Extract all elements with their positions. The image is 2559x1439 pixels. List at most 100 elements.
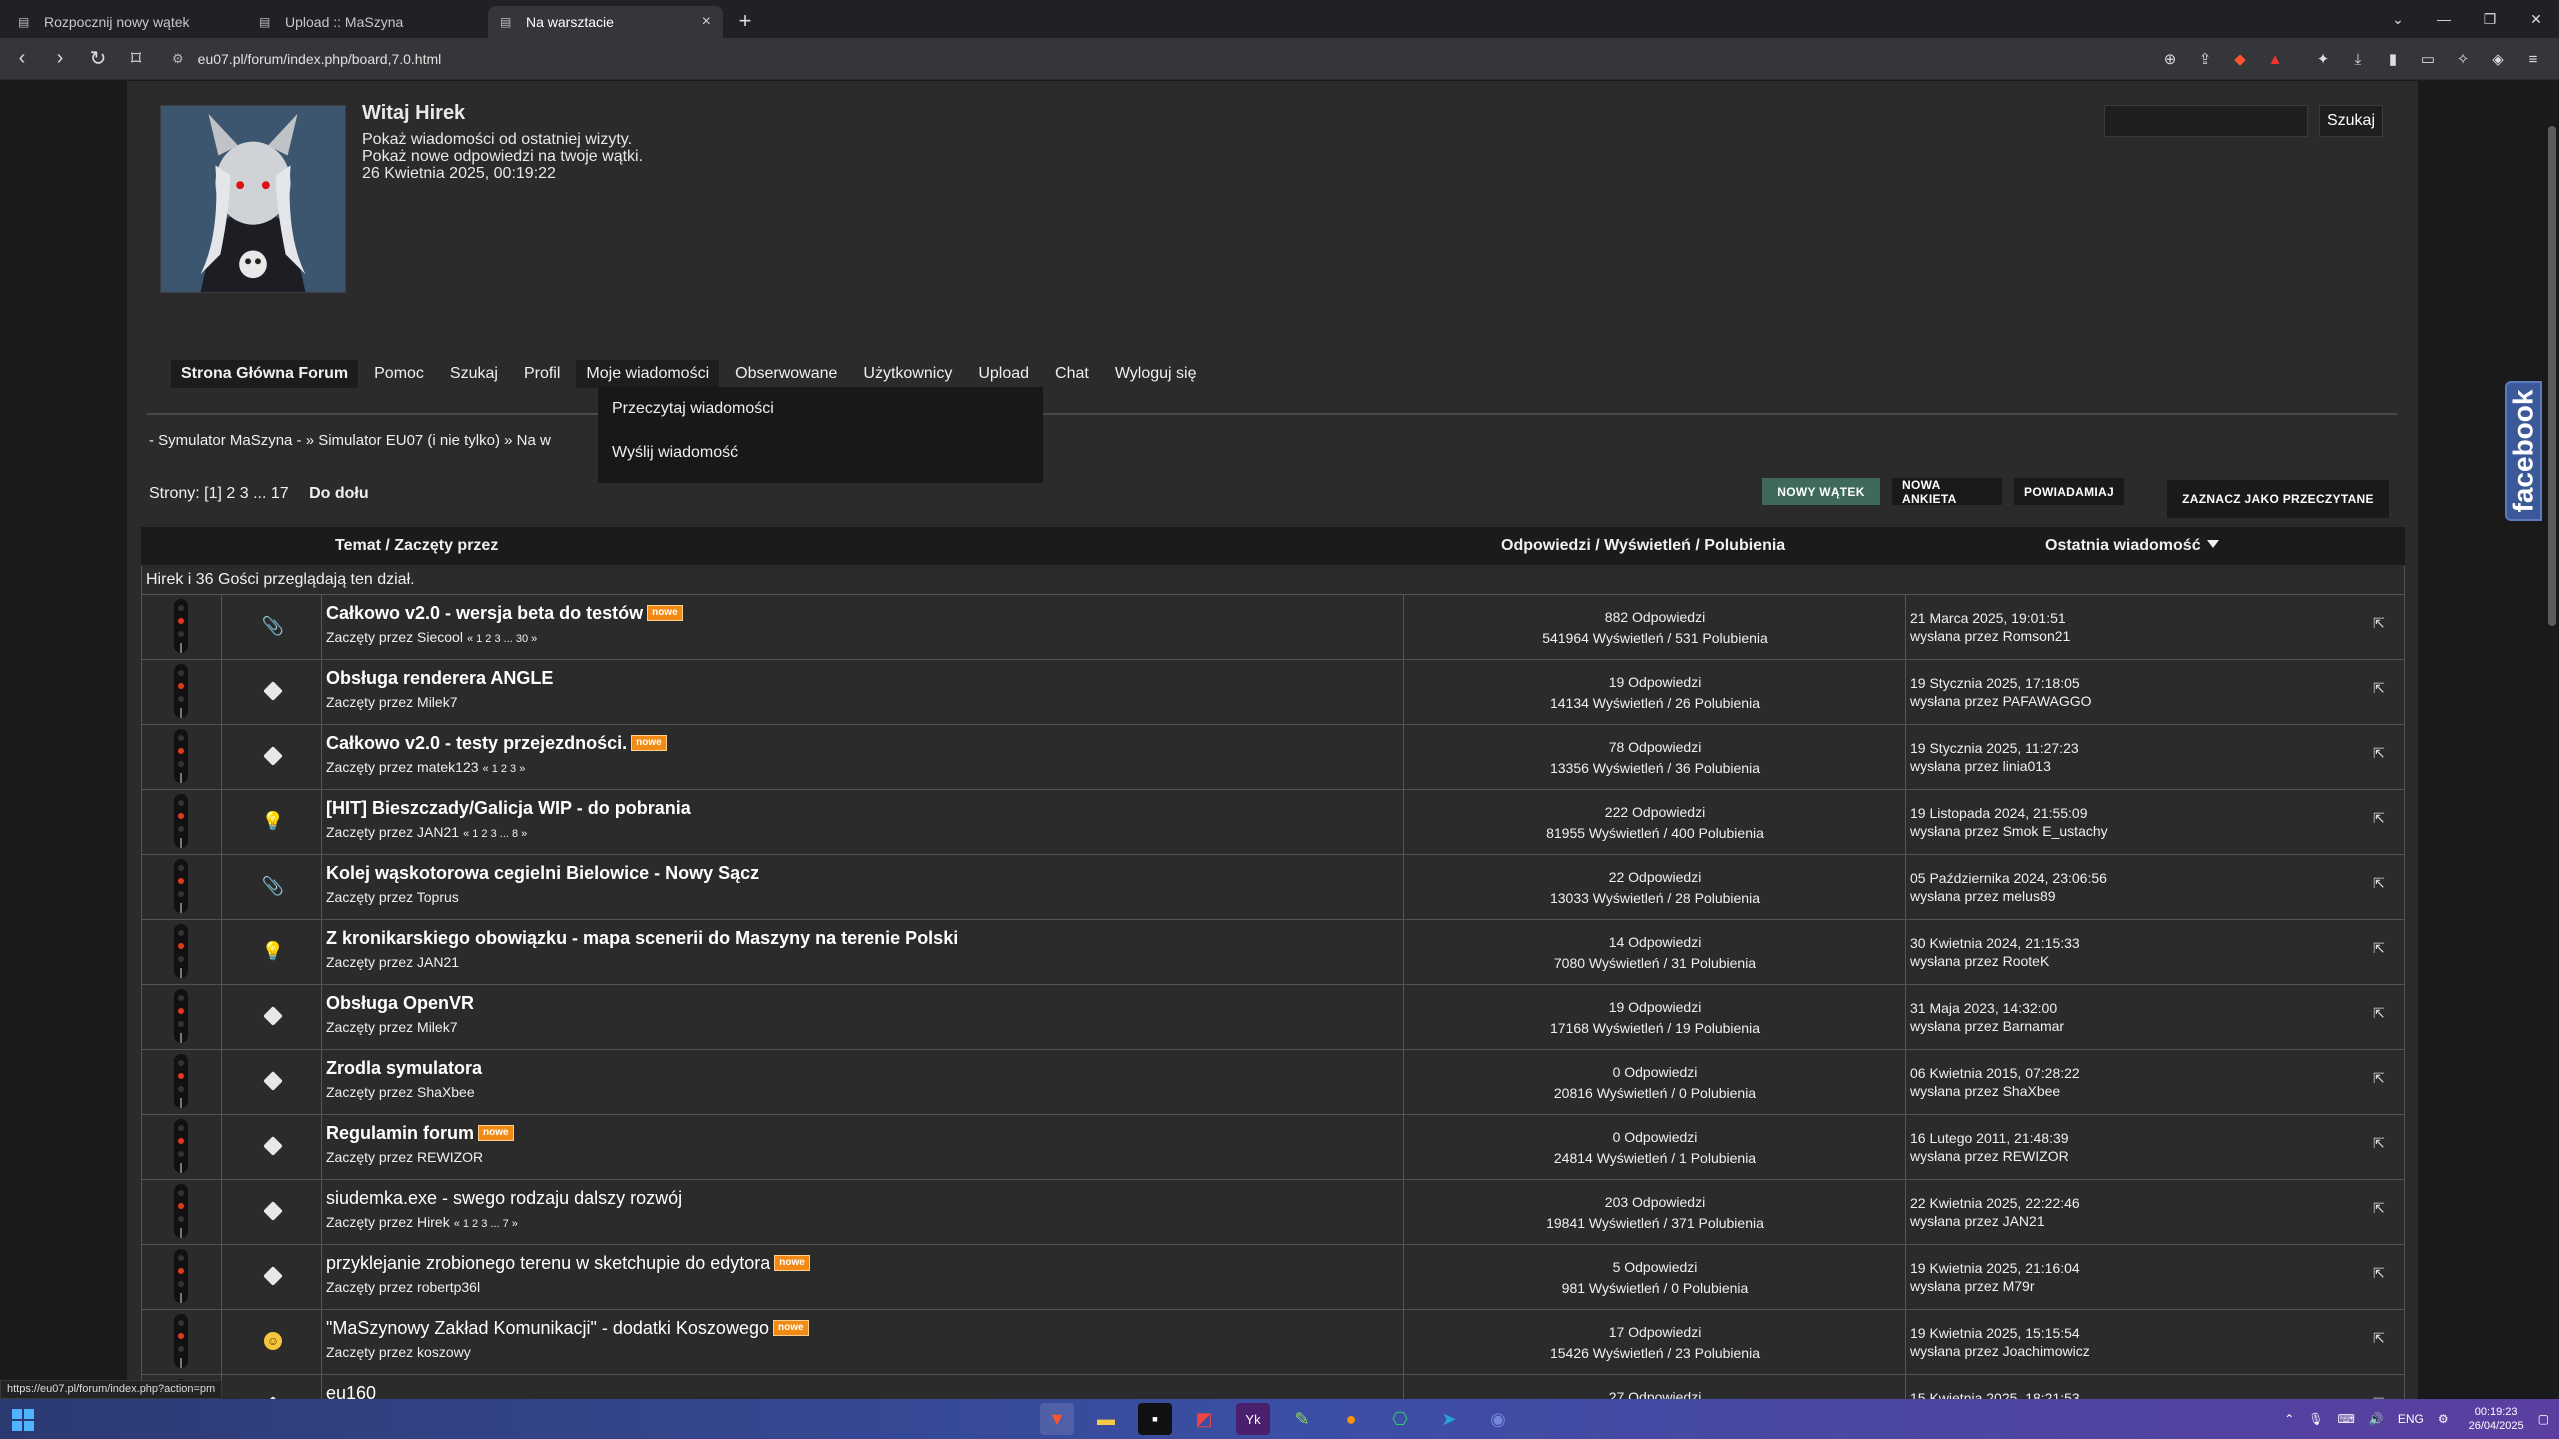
- topic-title-link[interactable]: Obsługa renderera ANGLE: [326, 668, 553, 688]
- last-post-author[interactable]: wysłana przez melus89: [1910, 888, 2056, 904]
- go-to-last-post-icon[interactable]: ⇱: [2373, 1265, 2391, 1281]
- topic-title-link[interactable]: przyklejanie zrobionego terenu w sketchu…: [326, 1253, 770, 1273]
- menu-icon[interactable]: ≡: [2517, 43, 2549, 75]
- menu-item-profile[interactable]: Profil: [514, 360, 570, 388]
- site-info-icon[interactable]: ⚙: [172, 51, 184, 67]
- back-icon[interactable]: ‹: [6, 43, 38, 75]
- firefox-icon[interactable]: ●: [1334, 1403, 1368, 1435]
- brave-rewards-icon[interactable]: ▲: [2259, 43, 2291, 75]
- new-badge[interactable]: nowe: [647, 605, 683, 621]
- start-button[interactable]: [12, 1409, 34, 1431]
- new-badge[interactable]: nowe: [774, 1255, 810, 1271]
- browser-tab[interactable]: ▤ Rozpocznij nowy wątek: [6, 6, 241, 38]
- discord-icon[interactable]: ◉: [1481, 1403, 1515, 1435]
- go-to-last-post-icon[interactable]: ⇱: [2373, 680, 2391, 696]
- last-post-author[interactable]: wysłana przez linia013: [1910, 758, 2051, 774]
- search-input[interactable]: [2104, 105, 2308, 137]
- topic-starter[interactable]: Zaczęty przez robertp36l: [326, 1279, 480, 1295]
- topic-pages[interactable]: « 1 2 3 »: [483, 763, 526, 775]
- vpn-icon[interactable]: ◈: [2482, 43, 2514, 75]
- page-scrollbar[interactable]: [2545, 81, 2559, 1399]
- go-to-last-post-icon[interactable]: ⇱: [2373, 1200, 2391, 1216]
- last-post-author[interactable]: wysłana przez Romson21: [1910, 628, 2070, 644]
- sidebar-icon[interactable]: ▮: [2377, 43, 2409, 75]
- language-indicator[interactable]: ENG: [2398, 1412, 2424, 1426]
- network-app-icon[interactable]: ⎔: [1383, 1403, 1417, 1435]
- notifications-icon[interactable]: ▢: [2538, 1412, 2549, 1426]
- submenu-read-messages[interactable]: Przeczytaj wiadomości: [598, 387, 1043, 431]
- topic-starter[interactable]: Zaczęty przez JAN21: [326, 824, 459, 840]
- volume-icon[interactable]: 🔊: [2369, 1412, 2384, 1426]
- last-post-author[interactable]: wysłana przez JAN21: [1910, 1213, 2045, 1229]
- go-to-last-post-icon[interactable]: ⇱: [2373, 1330, 2391, 1346]
- page-links[interactable]: [1] 2 3 ... 17: [204, 485, 289, 502]
- topic-pages[interactable]: « 1 2 3 ... 30 »: [467, 633, 537, 645]
- menu-item-home[interactable]: Strona Główna Forum: [171, 360, 359, 388]
- mark-read-button[interactable]: ZAZNACZ JAKO PRZECZYTANE: [2167, 480, 2389, 518]
- yk-app-icon[interactable]: Yk: [1236, 1403, 1270, 1435]
- menu-item-messages[interactable]: Moje wiadomości: [576, 360, 720, 388]
- go-to-last-post-icon[interactable]: ⇱: [2373, 615, 2391, 631]
- close-window-icon[interactable]: ✕: [2513, 0, 2559, 38]
- new-badge[interactable]: nowe: [478, 1125, 514, 1141]
- leo-ai-icon[interactable]: ✧: [2447, 43, 2479, 75]
- topic-starter[interactable]: Zaczęty przez JAN21: [326, 954, 459, 970]
- topic-title-link[interactable]: Regulamin forum: [326, 1123, 474, 1143]
- new-badge[interactable]: nowe: [772, 1320, 809, 1336]
- topic-starter[interactable]: Zaczęty przez Hirek: [326, 1214, 450, 1230]
- topic-pages[interactable]: « 1 2 3 ... 7 »: [454, 1218, 518, 1230]
- last-post-author[interactable]: wysłana przez PAFAWAGGO: [1910, 693, 2092, 709]
- menu-item-search[interactable]: Szukaj: [440, 360, 508, 388]
- network-icon[interactable]: ⌨: [2338, 1412, 2355, 1426]
- topic-title-link[interactable]: Z kronikarskiego obowiązku - mapa scener…: [326, 928, 958, 948]
- topic-title-link[interactable]: Obsługa OpenVR: [326, 993, 474, 1013]
- col-last-header[interactable]: Ostatnia wiadomość: [2045, 537, 2219, 555]
- minimize-icon[interactable]: —: [2421, 0, 2467, 38]
- close-tab-icon[interactable]: ×: [702, 13, 711, 31]
- terminal-icon[interactable]: ▪: [1138, 1403, 1172, 1435]
- notepad-icon[interactable]: ✎: [1285, 1403, 1319, 1435]
- topic-starter[interactable]: Zaczęty przez REWIZOR: [326, 1149, 483, 1165]
- menu-item-logout[interactable]: Wyloguj się: [1105, 360, 1207, 388]
- topic-title-link[interactable]: siudemka.exe - swego rodzaju dalszy rozw…: [326, 1188, 682, 1208]
- microphone-icon[interactable]: 🎙: [2308, 1412, 2323, 1426]
- go-to-last-post-icon[interactable]: ⇱: [2373, 940, 2391, 956]
- topic-starter[interactable]: Zaczęty przez Milek7: [326, 694, 457, 710]
- notify-button[interactable]: POWIADAMIAJ: [2014, 478, 2124, 505]
- topic-pages[interactable]: « 1 2 3 ... 8 »: [463, 828, 527, 840]
- go-to-last-post-icon[interactable]: ⇱: [2373, 1005, 2391, 1021]
- new-topic-button[interactable]: NOWY WĄTEK: [1762, 478, 1880, 505]
- url-field[interactable]: ⚙ eu07.pl/forum/index.php/board,7.0.html: [172, 44, 441, 74]
- downloads-icon[interactable]: ⤓: [2342, 43, 2374, 75]
- topic-starter[interactable]: Zaczęty przez koszowy: [326, 1344, 471, 1360]
- last-post-author[interactable]: wysłana przez M79r: [1910, 1278, 2035, 1294]
- forward-icon[interactable]: ›: [44, 43, 76, 75]
- zoom-icon[interactable]: ⊕: [2154, 43, 2186, 75]
- topic-title-link[interactable]: Kolej wąskotorowa cegielni Bielowice - N…: [326, 863, 759, 883]
- tray-overflow-icon[interactable]: ⌃: [2284, 1412, 2294, 1426]
- user-avatar[interactable]: [160, 105, 346, 293]
- col-subject-header[interactable]: Temat / Zaczęty przez: [335, 537, 498, 555]
- telegram-icon[interactable]: ➤: [1432, 1403, 1466, 1435]
- topic-starter[interactable]: Zaczęty przez matek123: [326, 759, 479, 775]
- submenu-send-message[interactable]: Wyślij wiadomość: [598, 431, 1043, 475]
- menu-item-users[interactable]: Użytkownicy: [853, 360, 962, 388]
- go-to-last-post-icon[interactable]: ⇱: [2373, 1135, 2391, 1151]
- last-post-author[interactable]: wysłana przez Smok E_ustachy: [1910, 823, 2108, 839]
- topic-title-link[interactable]: Całkowo v2.0 - testy przejezdności.: [326, 733, 627, 753]
- new-replies-link[interactable]: Pokaż nowe odpowiedzi na twoje wątki.: [362, 148, 643, 165]
- last-post-author[interactable]: wysłana przez Barnamar: [1910, 1018, 2064, 1034]
- last-post-author[interactable]: wysłana przez REWIZOR: [1910, 1148, 2069, 1164]
- wallet-icon[interactable]: ▭: [2412, 43, 2444, 75]
- new-badge[interactable]: nowe: [631, 735, 667, 751]
- browser-tab[interactable]: ▤ Upload :: MaSzyna: [247, 6, 482, 38]
- bookmark-icon[interactable]: ⌑: [120, 43, 152, 75]
- go-to-last-post-icon[interactable]: ⇱: [2373, 810, 2391, 826]
- tab-search-icon[interactable]: ⌄: [2375, 0, 2421, 38]
- topic-starter[interactable]: Zaczęty przez Toprus: [326, 889, 459, 905]
- last-post-author[interactable]: wysłana przez Joachimowicz: [1910, 1343, 2090, 1359]
- go-to-last-post-icon[interactable]: ⇱: [2373, 1070, 2391, 1086]
- menu-item-watched[interactable]: Obserwowane: [725, 360, 847, 388]
- new-tab-button[interactable]: +: [731, 8, 759, 36]
- topic-title-link[interactable]: Całkowo v2.0 - wersja beta do testów: [326, 603, 643, 623]
